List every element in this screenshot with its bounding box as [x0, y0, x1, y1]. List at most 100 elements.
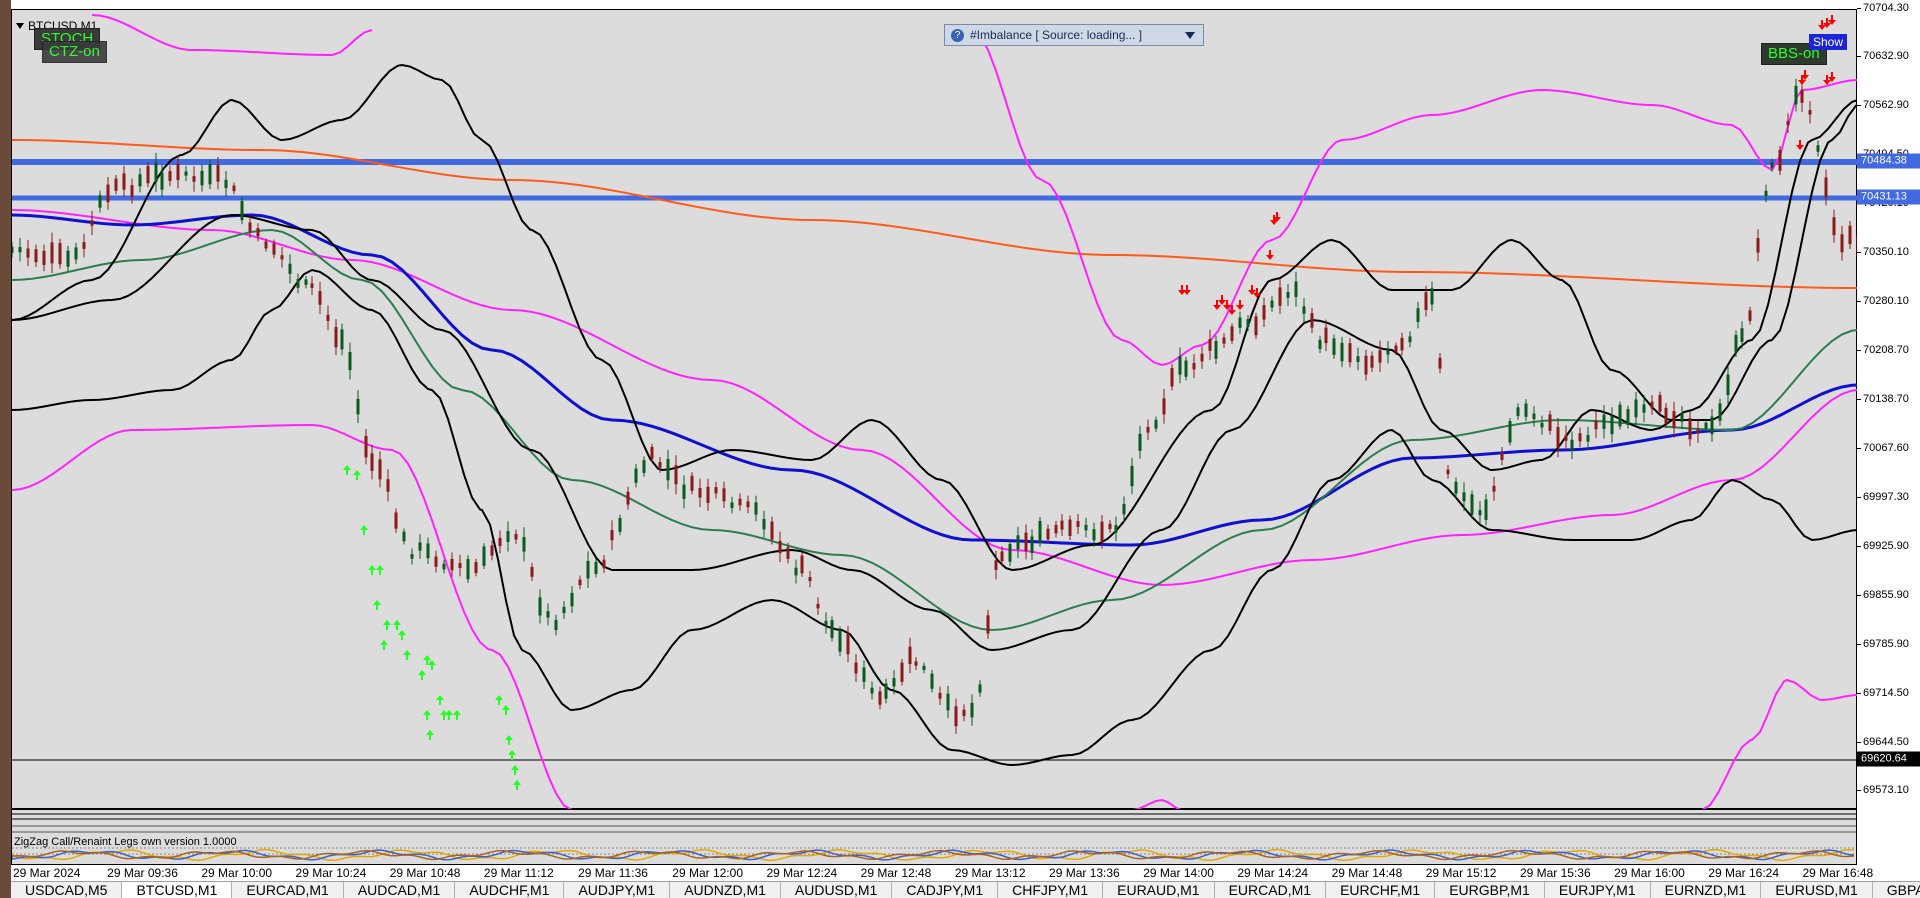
tab-eurusd-m1[interactable]: EURUSD,M1 [1761, 882, 1873, 898]
candle-body [1478, 510, 1482, 516]
candle-body [754, 502, 758, 515]
candle-body [1602, 414, 1606, 429]
candle-body [994, 560, 998, 570]
candle-body [674, 465, 678, 485]
candle-body [418, 542, 422, 551]
price-plot[interactable]: BTCUSD,M1 STOCH CTZ-on BBS-on Show ? #Im… [11, 9, 1858, 810]
candle-body [586, 560, 590, 579]
candle-body [1114, 525, 1118, 533]
candle-body [176, 163, 180, 181]
price-tick: 70632.90 [1857, 50, 1909, 62]
candle-body [1122, 504, 1126, 515]
candle-body [1634, 399, 1638, 418]
price-axis[interactable]: 70704.3070632.9070562.9070494.5070420.10… [1857, 0, 1920, 898]
candle-body [1340, 342, 1344, 362]
candle-body [884, 683, 888, 699]
tab-eurcad-m1[interactable]: EURCAD,M1 [1215, 882, 1327, 898]
arrow-up-icon [373, 600, 381, 610]
candle-body [146, 165, 150, 184]
candle-body [224, 179, 228, 188]
candle-body [1532, 413, 1536, 420]
candle-body [122, 173, 126, 190]
tab-chfjpy-m1[interactable]: CHFJPY,M1 [998, 882, 1104, 898]
candle-body [1318, 339, 1322, 350]
tab-btcusd-m1[interactable]: BTCUSD,M1 [122, 882, 233, 898]
candle-body [578, 579, 582, 586]
time-tick: 29 Mar 16:00 [1614, 866, 1685, 880]
candle-body [296, 279, 300, 288]
candle-body [82, 242, 86, 249]
time-axis: 29 Mar 2024 29 Mar 09:36 29 Mar 10:00 29 Ma… [11, 865, 1873, 881]
candle-body [1756, 238, 1760, 253]
candle-body [1454, 481, 1458, 494]
price-tick: 69855.90 [1857, 589, 1909, 601]
tab-audchf-m1[interactable]: AUDCHF,M1 [455, 882, 565, 898]
candle-body [356, 398, 360, 415]
candle-body [1068, 519, 1072, 536]
price-tick: 70067.60 [1857, 442, 1909, 454]
candle-body [240, 200, 244, 221]
candle-body [74, 247, 78, 260]
candle-body [738, 498, 742, 506]
candle-body [90, 220, 94, 226]
price-tick: 69573.10 [1857, 784, 1909, 796]
indicator-window[interactable]: ZigZag Call/Renaint Legs own version 1.0… [11, 809, 1857, 865]
candle-body [1348, 343, 1352, 363]
tab-eurcad-m1[interactable]: EURCAD,M1 [232, 882, 344, 898]
imbalance-panel[interactable]: ? #Imbalance [ Source: loading... ] [944, 24, 1204, 46]
candle-body [1658, 394, 1662, 412]
candle-body [1664, 407, 1668, 424]
candle-body [1100, 521, 1104, 543]
tab-audusd-m1[interactable]: AUDUSD,M1 [781, 882, 893, 898]
tab-audjpy-m1[interactable]: AUDJPY,M1 [564, 882, 671, 898]
candle-body [986, 615, 990, 634]
candle-body [192, 176, 196, 182]
tab-euraud-m1[interactable]: EURAUD,M1 [1103, 882, 1215, 898]
candle-body [1688, 418, 1692, 440]
tab-cadjpy-m1[interactable]: CADJPY,M1 [892, 882, 999, 898]
candle-body [1578, 433, 1582, 442]
price-tick: 70350.10 [1857, 246, 1909, 258]
candle-body [378, 459, 382, 480]
candle-body [854, 662, 858, 674]
candle-body [1200, 353, 1204, 362]
candle-body [1718, 403, 1722, 421]
tab-eurgbp-m1[interactable]: EURGBP,M1 [1435, 882, 1545, 898]
candle-body [1424, 292, 1428, 310]
candle-body [402, 531, 406, 542]
tab-eurjpy-m1[interactable]: EURJPY,M1 [1545, 882, 1651, 898]
candle-body [1626, 409, 1630, 425]
window-menu-icon[interactable] [16, 23, 24, 29]
candle-body [1208, 339, 1212, 351]
tab-gbpa[interactable]: GBPA [1873, 882, 1920, 898]
candle-body [1672, 411, 1676, 429]
tab-eurnzd-m1[interactable]: EURNZD,M1 [1651, 882, 1762, 898]
candle-body [154, 162, 158, 183]
ctz-button[interactable]: CTZ-on [42, 41, 107, 63]
arrow-up-icon [403, 650, 411, 660]
time-tick: 29 Mar 15:12 [1425, 866, 1497, 880]
tab-audcad-m1[interactable]: AUDCAD,M1 [344, 882, 456, 898]
candle-body [546, 611, 550, 618]
candle-body [1570, 439, 1574, 451]
candle-body [506, 531, 510, 542]
time-tick: 29 Mar 14:48 [1331, 866, 1403, 880]
arrow-up-icon [343, 465, 351, 475]
arrow-up-icon [368, 565, 376, 575]
arrow-up-icon [398, 630, 406, 640]
candle-body [1446, 469, 1450, 475]
time-tick: 29 Mar 10:24 [295, 866, 367, 880]
price-line-label: 70431.13 [1857, 189, 1920, 205]
arrow-up-icon [453, 710, 461, 720]
candle-body [66, 250, 70, 267]
tab-usdcad-m5[interactable]: USDCAD,M5 [11, 882, 123, 898]
show-button[interactable]: Show [1809, 34, 1848, 50]
candle-body [310, 283, 314, 288]
chart-window[interactable]: BTCUSD,M1 STOCH CTZ-on BBS-on Show ? #Im… [11, 0, 1920, 898]
candle-body [816, 603, 820, 609]
candle-body [706, 486, 710, 503]
tab-eurchf-m1[interactable]: EURCHF,M1 [1326, 882, 1436, 898]
chevron-down-icon[interactable] [1185, 31, 1195, 39]
candle-body [1386, 349, 1390, 355]
tab-audnzd-m1[interactable]: AUDNZD,M1 [670, 882, 781, 898]
